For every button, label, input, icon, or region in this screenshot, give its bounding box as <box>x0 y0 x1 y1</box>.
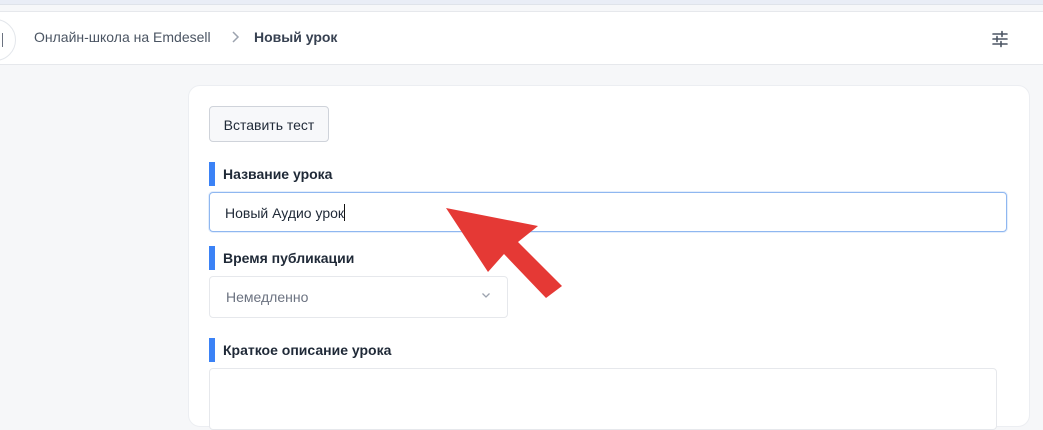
short-description-textarea[interactable] <box>209 368 997 430</box>
top-divider <box>0 4 1043 5</box>
chevron-right-icon <box>232 31 240 43</box>
lesson-name-value: Новый Аудио урок <box>225 205 345 221</box>
lesson-form-card: Вставить тест Название урока Новый Аудио… <box>188 85 1030 430</box>
lesson-name-label: Название урока <box>209 162 332 186</box>
lesson-name-input[interactable]: Новый Аудио урок <box>209 192 1007 232</box>
back-button[interactable] <box>0 19 16 61</box>
breadcrumb-school-link[interactable]: Онлайн-школа на Emdesell <box>34 29 211 45</box>
short-description-label: Краткое описание урока <box>209 338 391 362</box>
text-caret <box>344 204 346 221</box>
publish-time-label: Время публикации <box>209 246 354 270</box>
breadcrumb-current: Новый урок <box>254 29 338 45</box>
annotation-arrow-icon <box>446 208 562 298</box>
page-header: Онлайн-школа на Emdesell Новый урок <box>0 11 1043 65</box>
insert-test-button[interactable]: Вставить тест <box>209 106 329 142</box>
publish-time-value: Немедленно <box>226 289 309 305</box>
back-icon <box>2 33 3 47</box>
sliders-icon[interactable] <box>990 29 1010 49</box>
